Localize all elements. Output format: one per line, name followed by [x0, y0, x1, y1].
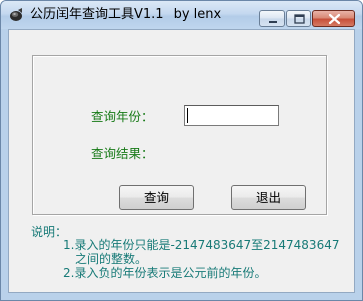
close-icon [328, 13, 341, 25]
note-line-2: 2.录入负的年份表示是公元前的年份。 [63, 266, 267, 280]
text-caret [187, 108, 188, 123]
maximize-button[interactable] [286, 10, 311, 27]
author-label: by lenx [173, 7, 222, 22]
result-label: 查询结果： [91, 146, 154, 161]
maximize-icon [294, 14, 305, 24]
app-window: 公历闰年查询工具V1.1 by lenx 查询年份： 查询结果： 查询 退出 说… [0, 0, 363, 301]
note-line-1: 1.录入的年份只能是-2147483647至2147483647 [63, 238, 340, 252]
minimize-icon [269, 21, 277, 23]
title-bar[interactable]: 公历闰年查询工具V1.1 by lenx [1, 1, 362, 29]
year-label: 查询年份： [91, 109, 154, 124]
query-groupbox: 查询年份： 查询结果： 查询 退出 [32, 55, 327, 215]
app-title: 公历闰年查询工具V1.1 [30, 7, 164, 22]
notes-title: 说明： [31, 225, 68, 239]
minimize-button[interactable] [259, 10, 285, 27]
note-line-1-continued: 之间的整数。 [75, 252, 148, 266]
dialog-body: 查询年份： 查询结果： 查询 退出 说明： 1.录入的年份只能是-2147483… [8, 29, 355, 293]
close-button[interactable] [312, 10, 355, 27]
speaker-icon[interactable] [8, 7, 24, 23]
exit-button[interactable]: 退出 [231, 185, 306, 210]
window-title: 公历闰年查询工具V1.1 by lenx [30, 7, 221, 23]
query-button[interactable]: 查询 [119, 185, 194, 210]
year-input[interactable] [184, 105, 279, 126]
